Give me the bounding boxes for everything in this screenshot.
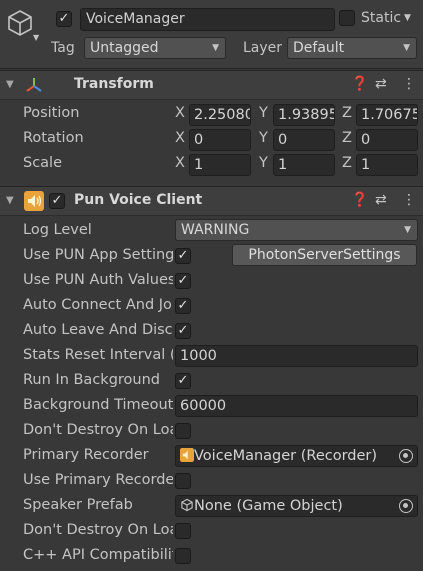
log-level-dropdown[interactable]: WARNING ▼ — [175, 219, 418, 241]
use-pun-auth-values-label: Use PUN Auth Values — [23, 272, 173, 288]
use-primary-recorder-label: Use Primary Recorder — [23, 472, 173, 488]
scale-y-field[interactable]: 1 — [273, 154, 335, 176]
layer-value: Default — [293, 40, 345, 56]
chevron-down-icon: ▼ — [212, 43, 219, 53]
scale-z-field[interactable]: 1 — [356, 154, 418, 176]
scale-label: Scale — [23, 155, 63, 171]
context-menu-icon[interactable]: ⋮ — [402, 76, 416, 92]
transform-axis-icon — [26, 78, 42, 92]
voice-speaker-icon — [24, 191, 44, 211]
icon-dropdown-arrow-icon[interactable]: ▼ — [33, 33, 39, 42]
context-menu-icon[interactable]: ⋮ — [402, 192, 416, 208]
use-pun-auth-values-checkbox[interactable]: ✓ — [175, 273, 191, 289]
run-in-background-checkbox[interactable]: ✓ — [175, 373, 191, 389]
active-checkbox[interactable]: ✓ — [56, 11, 72, 27]
stats-reset-interval-label: Stats Reset Interval ( — [23, 347, 173, 363]
chevron-down-icon: ▼ — [403, 43, 410, 53]
use-pun-app-settings-label: Use PUN App Settings — [23, 247, 173, 263]
layer-label: Layer — [243, 40, 283, 56]
object-name-field[interactable]: VoiceManager — [80, 8, 335, 31]
preset-sliders-icon[interactable]: ⇄ — [375, 76, 387, 92]
axis-y-label: Y — [259, 105, 268, 121]
preset-sliders-icon[interactable]: ⇄ — [375, 192, 387, 208]
position-z-field[interactable]: 1.70675 — [356, 104, 418, 126]
log-level-label: Log Level — [23, 222, 92, 238]
transform-title: Transform — [74, 76, 154, 92]
rotation-label: Rotation — [23, 130, 84, 146]
axis-z-label: Z — [342, 105, 352, 121]
object-picker-icon[interactable] — [399, 449, 413, 463]
log-level-value: WARNING — [181, 222, 250, 238]
rotation-y-field[interactable]: 0 — [273, 129, 335, 151]
cpp-api-compatibility-checkbox[interactable] — [175, 548, 191, 564]
use-pun-app-settings-checkbox[interactable]: ✓ — [175, 248, 191, 264]
tag-label: Tag — [51, 40, 75, 56]
axis-x-label: X — [175, 130, 185, 146]
tag-value: Untagged — [90, 40, 159, 56]
position-y-field[interactable]: 1.93895 — [273, 104, 335, 126]
rotation-z-field[interactable]: 0 — [356, 129, 418, 151]
chevron-down-icon: ▼ — [404, 225, 411, 235]
help-icon[interactable]: ❓ — [351, 192, 368, 208]
background-timeout-field[interactable]: 60000 — [175, 395, 418, 417]
position-label: Position — [23, 105, 80, 121]
position-x-field[interactable]: 2.25080 — [189, 104, 251, 126]
gameobject-cube-icon — [181, 498, 193, 512]
recorder-icon — [180, 448, 194, 462]
auto-leave-label: Auto Leave And Disconnect — [23, 322, 173, 338]
primary-recorder-field[interactable]: VoiceManager (Recorder) — [175, 445, 418, 467]
axis-y-label: Y — [259, 155, 268, 171]
gameobject-cube-icon[interactable] — [6, 8, 34, 38]
auto-connect-checkbox[interactable]: ✓ — [175, 298, 191, 314]
axis-z-label: Z — [342, 130, 352, 146]
background-timeout-label: Background Timeout — [23, 397, 173, 413]
dont-destroy-on-load-checkbox[interactable] — [175, 423, 191, 439]
primary-recorder-value: VoiceManager (Recorder) — [194, 448, 378, 464]
dont-destroy-on-load-checkbox[interactable] — [175, 523, 191, 539]
axis-x-label: X — [175, 105, 185, 121]
speaker-prefab-field[interactable]: None (Game Object) — [175, 495, 418, 517]
cpp-api-compatibility-label: C++ API Compatibility — [23, 547, 173, 563]
axis-x-label: X — [175, 155, 185, 171]
axis-z-label: Z — [342, 155, 352, 171]
tag-dropdown[interactable]: Untagged ▼ — [84, 37, 226, 59]
static-dropdown-arrow-icon[interactable]: ▼ — [404, 13, 411, 23]
static-label: Static — [361, 10, 402, 26]
speaker-prefab-label: Speaker Prefab — [23, 497, 133, 513]
foldout-arrow-icon[interactable]: ▼ — [6, 79, 14, 90]
dont-destroy-on-load-label: Don't Destroy On Load — [23, 522, 173, 538]
primary-recorder-label: Primary Recorder — [23, 447, 149, 463]
run-in-background-label: Run In Background — [23, 372, 160, 388]
object-picker-icon[interactable] — [399, 499, 413, 513]
layer-dropdown[interactable]: Default ▼ — [287, 37, 417, 59]
speaker-prefab-value: None (Game Object) — [194, 498, 343, 514]
foldout-arrow-icon[interactable]: ▼ — [6, 195, 14, 206]
auto-leave-checkbox[interactable]: ✓ — [175, 323, 191, 339]
scale-x-field[interactable]: 1 — [189, 154, 251, 176]
photon-server-settings-button[interactable]: PhotonServerSettings — [232, 244, 417, 266]
help-icon[interactable]: ❓ — [351, 76, 368, 92]
auto-connect-label: Auto Connect And Join — [23, 297, 173, 313]
use-primary-recorder-checkbox[interactable] — [175, 473, 191, 489]
static-checkbox[interactable] — [339, 10, 355, 26]
rotation-x-field[interactable]: 0 — [189, 129, 251, 151]
stats-reset-interval-field[interactable]: 1000 — [175, 345, 418, 367]
pun-voice-client-title: Pun Voice Client — [74, 192, 203, 208]
component-enabled-checkbox[interactable]: ✓ — [49, 193, 65, 209]
axis-y-label: Y — [259, 130, 268, 146]
dont-destroy-on-load-label: Don't Destroy On Load — [23, 422, 173, 438]
